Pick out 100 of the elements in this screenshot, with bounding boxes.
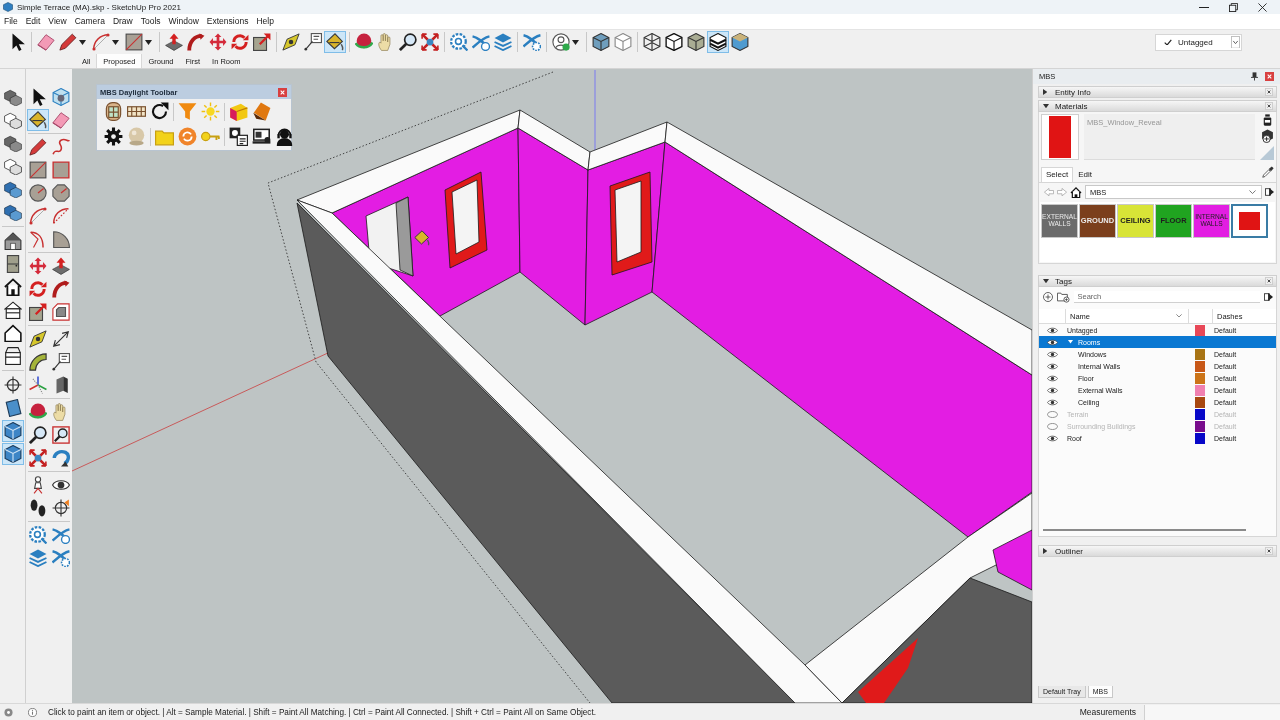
move-arrows-icon[interactable]	[28, 257, 47, 275]
color-swatch-icon[interactable]	[1195, 408, 1205, 420]
panel-tab[interactable]: Edit	[1073, 167, 1098, 182]
orbit-icon[interactable]	[28, 403, 47, 421]
eye-icon[interactable]	[1046, 326, 1058, 334]
hidden-line-cube-icon[interactable]	[665, 33, 683, 51]
menu-item[interactable]: Extensions	[202, 15, 253, 28]
caret-icon[interactable]	[1043, 103, 1049, 109]
shaded-box-stack-icon[interactable]	[3, 180, 22, 198]
dimension-icon[interactable]	[51, 330, 70, 348]
panel-header[interactable]: Tags	[1038, 275, 1277, 287]
crosshair-icon[interactable]	[3, 376, 22, 394]
wedge-icon[interactable]	[252, 102, 271, 121]
menu-item[interactable]: File	[0, 15, 22, 28]
color-swatch-icon[interactable]	[1195, 432, 1205, 444]
scale-icon[interactable]	[253, 33, 271, 51]
section-plane-icon[interactable]	[51, 499, 70, 517]
dashed-magnifier-icon[interactable]	[450, 33, 468, 51]
box-stack-icon[interactable]	[3, 88, 22, 106]
box-outline-stack-icon[interactable]	[3, 157, 22, 175]
rectangle-icon[interactable]	[28, 161, 47, 179]
box-outline-stack-icon[interactable]	[3, 111, 22, 129]
caret-icon[interactable]	[79, 39, 86, 45]
menu-item[interactable]: Window	[164, 15, 203, 28]
rotate-arrows-icon[interactable]	[28, 280, 47, 298]
color-swatch-icon[interactable]	[1195, 360, 1205, 372]
dashed-magnifier-icon[interactable]	[28, 526, 47, 544]
crossed-lines-icon[interactable]	[472, 33, 490, 51]
shaded-cube-icon[interactable]	[592, 33, 610, 51]
menu-item[interactable]: Tools	[136, 15, 165, 28]
caret-icon[interactable]	[1043, 89, 1048, 95]
panel-header[interactable]: Materials	[1038, 100, 1277, 112]
menu-item[interactable]: Help	[252, 15, 278, 28]
component-cube-icon[interactable]	[51, 88, 70, 106]
shaded-cube-icon[interactable]	[1, 420, 24, 442]
striped-cube-icon[interactable]	[707, 31, 729, 53]
measurements-field[interactable]	[1144, 704, 1280, 720]
maximize-icon[interactable]	[1229, 2, 1238, 12]
orbit-icon[interactable]	[355, 33, 373, 51]
location-dot-icon[interactable]	[4, 707, 13, 717]
house-outline-icon[interactable]	[3, 301, 22, 319]
eraser-icon[interactable]	[51, 111, 70, 129]
eye-icon[interactable]	[1046, 374, 1058, 382]
eraser-icon[interactable]	[37, 33, 55, 51]
eye-icon[interactable]	[1046, 398, 1058, 406]
caret-icon[interactable]	[1043, 548, 1048, 554]
shaded-cube-icon[interactable]	[687, 33, 705, 51]
follow-me-icon[interactable]	[51, 280, 70, 298]
circle-icon[interactable]	[28, 184, 47, 202]
settings-icon[interactable]	[104, 127, 123, 146]
folder-add-icon[interactable]	[1057, 291, 1070, 303]
caret-icon[interactable]	[112, 39, 119, 45]
rotate-arrows-icon[interactable]	[231, 33, 249, 51]
text-label-icon[interactable]	[304, 33, 322, 51]
text-label-icon[interactable]	[51, 353, 70, 371]
refresh-icon[interactable]	[150, 102, 169, 121]
push-pull-icon[interactable]	[165, 33, 183, 51]
scale-icon[interactable]	[28, 303, 47, 321]
eye-icon[interactable]	[1046, 350, 1058, 358]
eye-icon[interactable]	[1046, 338, 1058, 346]
crossed-lines-icon[interactable]	[51, 549, 70, 567]
polygon-icon[interactable]	[51, 184, 70, 202]
box-icon[interactable]	[3, 347, 22, 365]
material-swatch[interactable]	[1231, 204, 1268, 238]
circular-arrows-icon[interactable]	[178, 127, 197, 146]
move-arrows-icon[interactable]	[209, 33, 227, 51]
zoom-extents-icon[interactable]	[28, 449, 47, 467]
color-swatch-icon[interactable]	[1195, 348, 1205, 360]
pencil-icon[interactable]	[59, 33, 77, 51]
color-swatch-icon[interactable]	[1195, 324, 1205, 336]
shaded-box-stack-icon[interactable]	[3, 203, 22, 221]
stacked-layers-icon[interactable]	[28, 549, 47, 567]
paint-bucket-icon[interactable]	[26, 109, 49, 131]
follow-me-icon[interactable]	[187, 33, 205, 51]
shaded-face-icon[interactable]	[3, 399, 22, 417]
caret-icon[interactable]	[145, 39, 152, 45]
zoom-extents-icon[interactable]	[421, 33, 439, 51]
color-swatch-icon[interactable]	[1195, 396, 1205, 408]
color-swatch-icon[interactable]	[1195, 384, 1205, 396]
home-icon[interactable]	[3, 278, 22, 296]
footprints-icon[interactable]	[28, 499, 47, 517]
arc-icon[interactable]	[51, 207, 70, 225]
minimize-icon[interactable]	[1199, 6, 1209, 8]
caret-icon[interactable]	[572, 39, 579, 45]
panel-header[interactable]: Entity Info	[1038, 86, 1277, 98]
box-plus-icon[interactable]	[1261, 129, 1273, 143]
crossed-lines-icon[interactable]	[51, 526, 70, 544]
jar-icon[interactable]	[1262, 114, 1272, 126]
pie-icon[interactable]	[51, 230, 70, 248]
caret-icon[interactable]	[1043, 278, 1049, 284]
menu-item[interactable]: Draw	[108, 15, 137, 28]
offset-icon[interactable]	[51, 303, 70, 321]
shaded-cube-icon[interactable]	[1, 443, 24, 465]
arc-icon[interactable]	[28, 230, 47, 248]
add-icon[interactable]	[1043, 292, 1053, 302]
horizontal-scrollbar[interactable]	[1043, 529, 1246, 531]
zoom-icon[interactable]	[399, 33, 417, 51]
zoom-icon[interactable]	[28, 426, 47, 444]
box-stack-icon[interactable]	[3, 134, 22, 152]
textured-cube-icon[interactable]	[731, 33, 749, 51]
